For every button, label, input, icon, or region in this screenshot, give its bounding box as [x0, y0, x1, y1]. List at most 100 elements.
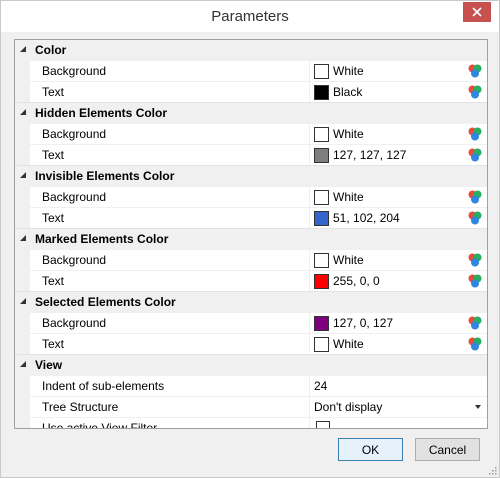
property-name: Background	[30, 61, 310, 81]
row-gutter	[15, 187, 30, 207]
color-palette-icon[interactable]	[467, 336, 483, 352]
parameters-dialog: Parameters Color Background White Text B…	[0, 0, 500, 478]
close-button[interactable]	[463, 2, 491, 22]
color-swatch	[314, 316, 329, 331]
color-value: White	[333, 337, 364, 351]
row-gutter	[15, 271, 30, 291]
cancel-button[interactable]: Cancel	[415, 438, 480, 461]
title-bar: Parameters	[1, 1, 499, 32]
category-row-color[interactable]: Color	[15, 40, 487, 60]
property-name: Text	[30, 82, 310, 102]
property-row[interactable]: Text Black	[15, 81, 487, 102]
property-name: Text	[30, 271, 310, 291]
color-value: White	[333, 253, 364, 267]
color-value: White	[333, 190, 364, 204]
row-gutter	[15, 250, 30, 270]
property-value[interactable]: White	[310, 124, 487, 144]
color-swatch	[314, 253, 329, 268]
category-row-marked-elements-color[interactable]: Marked Elements Color	[15, 228, 487, 249]
property-value	[310, 418, 487, 428]
property-row[interactable]: Background White	[15, 60, 487, 81]
category-label: Marked Elements Color	[35, 232, 169, 246]
property-value[interactable]: 255, 0, 0	[310, 271, 487, 291]
property-row[interactable]: Text 127, 127, 127	[15, 144, 487, 165]
row-gutter	[15, 418, 30, 428]
indent-value-field[interactable]: 24	[310, 376, 487, 396]
close-icon	[472, 7, 482, 17]
collapse-triangle-icon[interactable]	[20, 235, 26, 241]
property-value[interactable]: 127, 127, 127	[310, 145, 487, 165]
color-swatch	[314, 148, 329, 163]
window-title: Parameters	[211, 8, 289, 25]
color-palette-icon[interactable]	[467, 273, 483, 289]
category-row-view[interactable]: View	[15, 354, 487, 375]
property-value[interactable]: White	[310, 250, 487, 270]
row-gutter	[15, 82, 30, 102]
color-swatch	[314, 127, 329, 142]
color-swatch	[314, 64, 329, 79]
color-palette-icon[interactable]	[467, 189, 483, 205]
property-row[interactable]: Indent of sub-elements 24	[15, 375, 487, 396]
category-label: Color	[35, 43, 67, 57]
color-swatch	[314, 190, 329, 205]
property-row[interactable]: Use active View Filter	[15, 417, 487, 428]
property-row[interactable]: Background White	[15, 186, 487, 207]
collapse-triangle-icon[interactable]	[20, 298, 26, 304]
collapse-triangle-icon[interactable]	[20, 172, 26, 178]
property-value[interactable]: Black	[310, 82, 487, 102]
row-gutter	[15, 124, 30, 144]
property-row[interactable]: Tree Structure Don't display	[15, 396, 487, 417]
color-value: White	[333, 64, 364, 78]
row-gutter	[15, 208, 30, 228]
row-gutter	[15, 334, 30, 354]
collapse-triangle-icon[interactable]	[20, 109, 26, 115]
property-value[interactable]: White	[310, 61, 487, 81]
color-palette-icon[interactable]	[467, 315, 483, 331]
property-name: Text	[30, 334, 310, 354]
color-palette-icon[interactable]	[467, 63, 483, 79]
property-row[interactable]: Text 51, 102, 204	[15, 207, 487, 228]
color-swatch	[314, 85, 329, 100]
property-row[interactable]: Text 255, 0, 0	[15, 270, 487, 291]
category-row-selected-elements-color[interactable]: Selected Elements Color	[15, 291, 487, 312]
property-row[interactable]: Background White	[15, 249, 487, 270]
color-value: 51, 102, 204	[333, 211, 400, 225]
collapse-triangle-icon[interactable]	[20, 46, 26, 52]
property-grid: Color Background White Text Black Hidden…	[14, 39, 488, 429]
color-value: White	[333, 127, 364, 141]
indent-value: 24	[314, 379, 328, 393]
color-swatch	[314, 274, 329, 289]
color-palette-icon[interactable]	[467, 210, 483, 226]
row-gutter	[15, 61, 30, 81]
property-value[interactable]: White	[310, 187, 487, 207]
property-value[interactable]: 51, 102, 204	[310, 208, 487, 228]
tree-structure-dropdown[interactable]: Don't display	[310, 397, 487, 417]
color-value: Black	[333, 85, 363, 99]
category-row-hidden-elements-color[interactable]: Hidden Elements Color	[15, 102, 487, 123]
property-name: Text	[30, 208, 310, 228]
color-value: 127, 127, 127	[333, 148, 407, 162]
category-row-invisible-elements-color[interactable]: Invisible Elements Color	[15, 165, 487, 186]
resize-grip-icon[interactable]	[487, 465, 497, 475]
row-gutter	[15, 313, 30, 333]
property-row[interactable]: Background 127, 0, 127	[15, 312, 487, 333]
property-name: Background	[30, 250, 310, 270]
property-value[interactable]: 127, 0, 127	[310, 313, 487, 333]
color-swatch	[314, 211, 329, 226]
property-row[interactable]: Text White	[15, 333, 487, 354]
color-palette-icon[interactable]	[467, 252, 483, 268]
color-palette-icon[interactable]	[467, 147, 483, 163]
color-palette-icon[interactable]	[467, 126, 483, 142]
color-palette-icon[interactable]	[467, 84, 483, 100]
property-name: Background	[30, 187, 310, 207]
row-gutter	[15, 397, 30, 417]
property-name: Background	[30, 313, 310, 333]
property-name: Use active View Filter	[30, 418, 310, 428]
category-label: View	[35, 358, 63, 372]
dropdown-arrow-icon[interactable]	[475, 405, 481, 409]
property-value[interactable]: White	[310, 334, 487, 354]
use-active-view-filter-checkbox[interactable]	[316, 421, 330, 428]
ok-button[interactable]: OK	[338, 438, 403, 461]
collapse-triangle-icon[interactable]	[20, 361, 26, 367]
property-row[interactable]: Background White	[15, 123, 487, 144]
